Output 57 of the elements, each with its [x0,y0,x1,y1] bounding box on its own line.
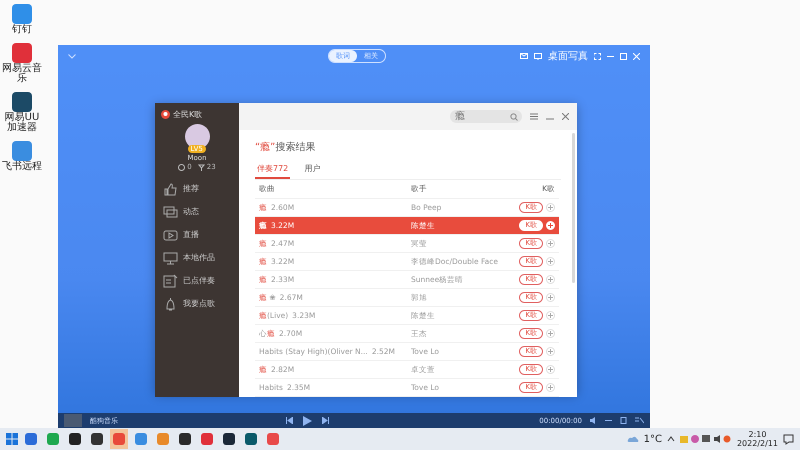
search-field[interactable]: 瘾 [450,110,522,123]
app-name: 全民K歌 [173,109,202,120]
clock-date: 2022/2/11 [736,439,778,448]
maximize-icon[interactable] [620,52,627,60]
monitor-icon[interactable] [534,52,542,60]
clock-time: 2:10 [748,430,766,439]
shortcut-label: 飞书远程 [2,162,42,172]
monitor-icon [163,250,178,264]
add-button[interactable] [546,365,555,374]
add-button[interactable] [546,203,555,212]
previous-icon[interactable] [286,417,293,424]
nav-item[interactable]: 动态 [155,200,239,223]
add-button[interactable] [546,239,555,248]
shortcut-label: 钉钉 [12,25,32,35]
close-icon[interactable] [562,113,569,120]
chevron-down-icon[interactable] [68,54,76,58]
add-button[interactable] [546,275,555,284]
nav-item[interactable]: 推荐 [155,177,239,200]
nav-item[interactable]: 已点伴奏 [155,269,239,292]
next-icon[interactable] [322,417,329,424]
tab[interactable]: 用户 [302,163,322,179]
tab[interactable]: 伴奏772 [255,163,290,179]
scrollbar[interactable] [572,133,575,283]
chat-icon [163,204,178,218]
fullscreen-icon[interactable] [594,52,601,60]
shortcut-label: 网易UU加速器 [4,113,40,133]
add-button[interactable] [546,311,555,320]
list-icon [163,274,178,288]
add-button[interactable] [546,257,555,266]
coin-icon [178,164,186,170]
live-icon [163,228,178,242]
add-button[interactable] [546,347,555,356]
volume-icon[interactable] [590,417,597,424]
thumb-icon [163,182,178,196]
search-results-heading: “瘾”搜索结果 [255,140,316,155]
app-shortcut-icon[interactable] [12,92,32,112]
add-button[interactable] [546,383,555,392]
notification-icon[interactable] [783,434,794,444]
nav-item[interactable]: 我要点歌 [155,292,239,315]
play-icon[interactable] [303,416,312,426]
caret-up-icon[interactable] [666,436,675,442]
weather-icon [626,435,639,443]
shortcut-label: 网易云音乐 [1,64,43,84]
menu-icon[interactable] [530,113,538,120]
add-button[interactable] [546,329,555,338]
add-button[interactable] [546,293,555,302]
app-logo-icon [161,110,170,119]
app-shortcut-icon[interactable] [12,43,32,63]
mail-icon[interactable] [520,53,528,59]
nav-item[interactable]: 本地作品 [155,246,239,269]
temperature-text: 1°C [644,434,662,444]
nav-item[interactable]: 直播 [155,223,239,246]
tray-icons-drawing[interactable] [680,434,732,444]
desktop-photo-link[interactable]: 桌面写真 [548,49,588,63]
search-icon[interactable] [510,112,518,120]
windows-start-icon[interactable] [6,433,18,445]
playlist-icon[interactable] [620,417,627,424]
